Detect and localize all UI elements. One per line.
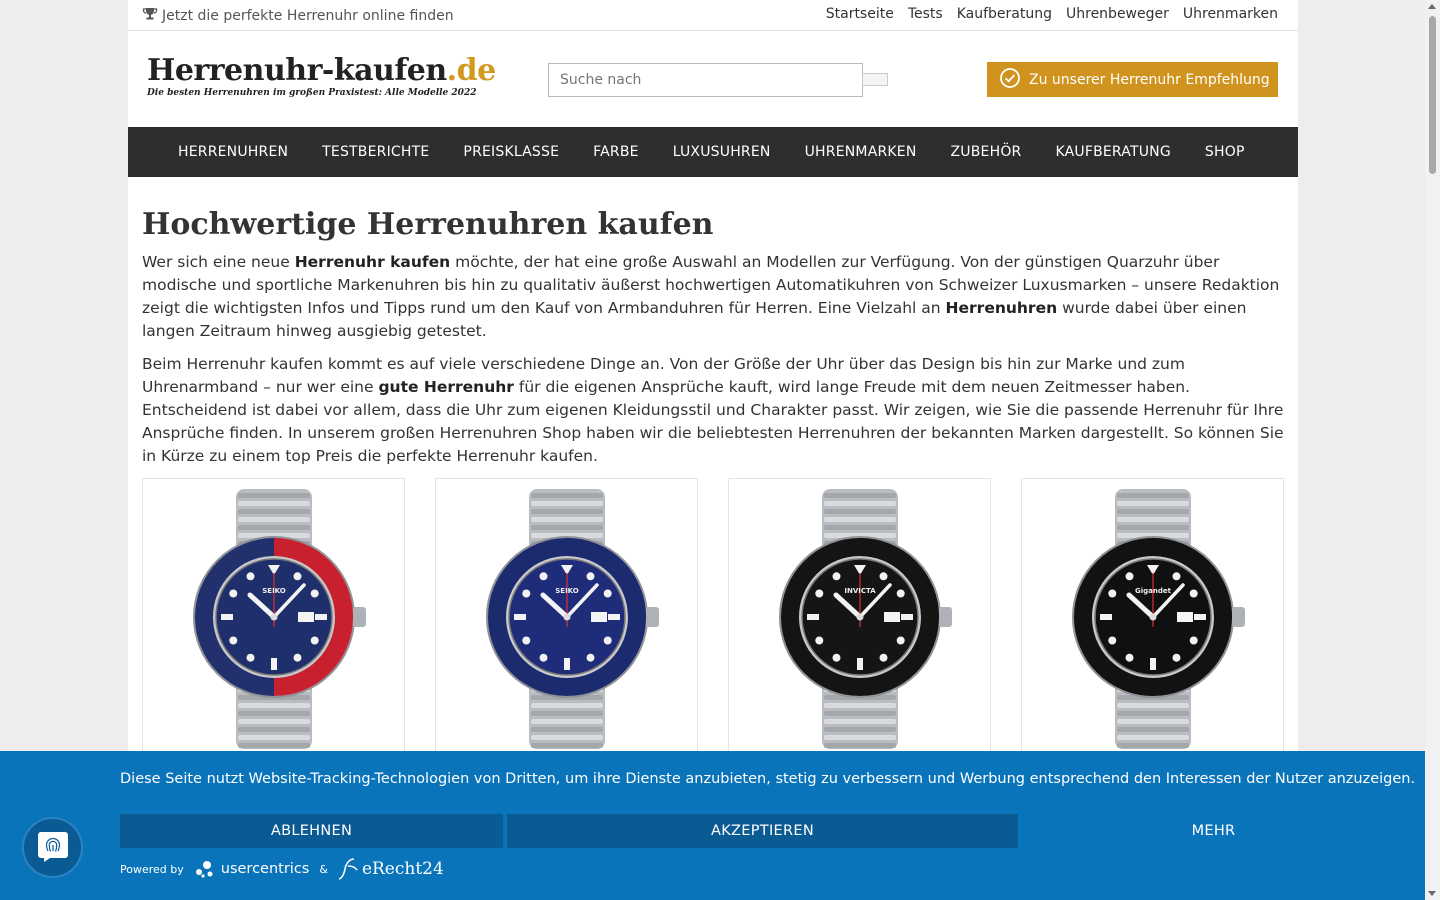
product-card[interactable]: INVICTA [728, 478, 991, 778]
watch-image: Gigandet [1072, 489, 1245, 749]
watch-image: SEIKO [193, 489, 366, 749]
fingerprint-icon [36, 829, 70, 867]
intro-paragraph-1: Wer sich eine neue Herrenuhr kaufen möch… [142, 253, 1280, 340]
svg-text:Gigandet: Gigandet [1135, 587, 1172, 595]
nav-item-uhrenmarken[interactable]: UHRENMARKEN [805, 144, 917, 160]
nav-item-farbe[interactable]: FARBE [593, 144, 639, 160]
powered-by: Powered by usercentrics & eRecht24 [120, 857, 444, 881]
product-card[interactable]: Gigandet [1021, 478, 1284, 778]
keyword-gute-herrenuhr: gute Herrenuhr [378, 378, 514, 396]
product-card[interactable]: SEIKO [142, 478, 405, 778]
top-bar: Jetzt die perfekte Herrenuhr online find… [128, 0, 1298, 31]
decline-button[interactable]: ABLEHNEN [120, 814, 503, 848]
consent-message: Diese Seite nutzt Website-Tracking-Techn… [120, 771, 1416, 787]
watch-image: SEIKO [486, 489, 659, 749]
scroll-up-arrow[interactable] [1428, 4, 1436, 9]
usercentrics-logo[interactable]: usercentrics [194, 859, 309, 879]
top-links: Startseite Tests Kaufberatung Uhrenbeweg… [826, 6, 1278, 22]
page-title: Hochwertige Herrenuhren kaufen [142, 207, 714, 242]
top-link-tests[interactable]: Tests [908, 6, 943, 22]
privacy-settings-button[interactable] [22, 817, 83, 878]
more-button[interactable]: MEHR [1022, 814, 1405, 848]
intro-paragraph-2: Beim Herrenuhr kaufen kommt es auf viele… [142, 355, 1284, 465]
erecht24-icon [338, 858, 358, 880]
check-circle-icon [999, 67, 1021, 93]
recommendation-button[interactable]: Zu unserer Herrenuhr Empfehlung [987, 62, 1278, 97]
top-link-startseite[interactable]: Startseite [826, 6, 894, 22]
search-button[interactable] [862, 73, 888, 86]
search-input[interactable] [548, 63, 863, 97]
powered-by-label: Powered by [120, 862, 184, 876]
scrollbar-thumb[interactable] [1429, 16, 1436, 174]
logo-subtitle: Die besten Herrenuhren im großen Praxist… [147, 88, 477, 98]
erecht24-logo[interactable]: eRecht24 [338, 857, 444, 881]
nav-item-testberichte[interactable]: TESTBERICHTE [322, 144, 429, 160]
product-grid: SEIKO SEIKO INVICTA Gigandet [142, 478, 1284, 778]
top-link-uhrenmarken[interactable]: Uhrenmarken [1183, 6, 1278, 22]
logo-wordmark: Herrenuhr-kaufen.de [147, 53, 496, 88]
svg-text:SEIKO: SEIKO [262, 587, 286, 595]
main-nav: HERRENUHREN TESTBERICHTE PREISKLASSE FAR… [128, 127, 1298, 177]
site-logo[interactable]: Herrenuhr-kaufen.de Die besten Herrenuhr… [147, 53, 507, 99]
scroll-down-arrow[interactable] [1428, 891, 1436, 896]
keyword-herrenuhren: Herrenuhren [945, 299, 1058, 317]
main-content: Hochwertige Herrenuhren kaufen Wer sich … [142, 205, 1284, 478]
usercentrics-icon [195, 861, 213, 878]
nav-item-luxusuhren[interactable]: LUXUSUHREN [673, 144, 771, 160]
top-link-kaufberatung[interactable]: Kaufberatung [957, 6, 1052, 22]
nav-item-preisklasse[interactable]: PREISKLASSE [463, 144, 559, 160]
svg-text:INVICTA: INVICTA [844, 587, 876, 595]
watch-image: INVICTA [779, 489, 952, 749]
nav-item-zubehoer[interactable]: ZUBEHÖR [951, 144, 1022, 160]
tagline-text: Jetzt die perfekte Herrenuhr online find… [162, 8, 454, 24]
keyword-herrenuhr-kaufen: Herrenuhr kaufen [294, 253, 451, 271]
cookie-consent-banner: Diese Seite nutzt Website-Tracking-Techn… [0, 751, 1425, 900]
scrollbar[interactable] [1425, 0, 1440, 900]
recommendation-label: Zu unserer Herrenuhr Empfehlung [1029, 71, 1270, 88]
nav-item-herrenuhren[interactable]: HERRENUHREN [178, 144, 288, 160]
nav-item-kaufberatung[interactable]: KAUFBERATUNG [1055, 144, 1170, 160]
tagline: Jetzt die perfekte Herrenuhr online find… [142, 6, 454, 26]
trophy-icon [142, 6, 158, 26]
top-link-uhrenbeweger[interactable]: Uhrenbeweger [1066, 6, 1169, 22]
product-card[interactable]: SEIKO [435, 478, 698, 778]
ampersand: & [319, 862, 328, 876]
svg-text:SEIKO: SEIKO [555, 587, 579, 595]
nav-item-shop[interactable]: SHOP [1205, 144, 1245, 160]
accept-button[interactable]: AKZEPTIEREN [507, 814, 1018, 848]
